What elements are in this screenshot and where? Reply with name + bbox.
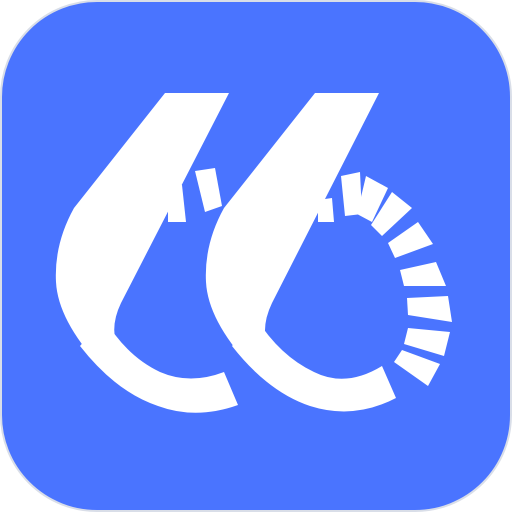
app-icon[interactable] [0,0,512,512]
app-logo-icon [0,0,512,512]
